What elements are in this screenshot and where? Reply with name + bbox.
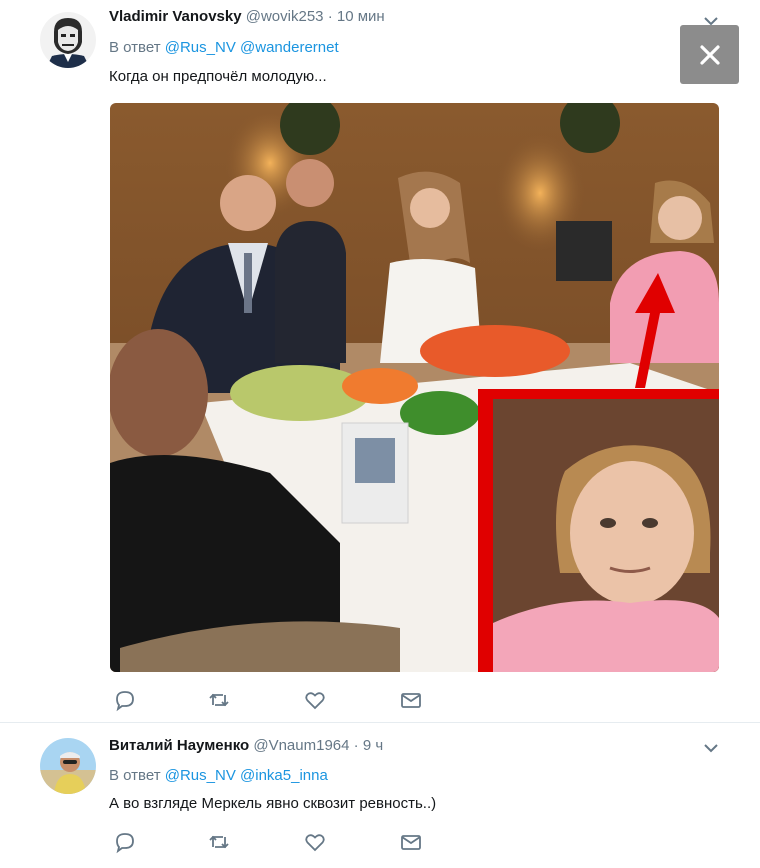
like-icon[interactable] (303, 830, 327, 854)
close-icon (699, 44, 720, 65)
mention-link[interactable]: @Rus_NV (165, 767, 236, 784)
retweet-icon[interactable] (207, 688, 231, 712)
author-name[interactable]: Vladimir Vanovsky (109, 8, 242, 25)
reply-prefix: В ответ (109, 39, 161, 56)
reply-context: В ответ @Rus_NV @wanderernet (109, 39, 339, 56)
avatar[interactable] (40, 12, 96, 68)
tweet: Виталий Науменко @Vnaum1964 · 9 ч В отве… (0, 724, 760, 868)
tweet-photo[interactable] (110, 103, 719, 672)
author-handle[interactable]: @Vnaum1964 (253, 737, 349, 754)
message-icon[interactable] (399, 830, 423, 854)
retweet-icon[interactable] (207, 830, 231, 854)
tweet: Vladimir Vanovsky @wovik253 · 10 мин В о… (0, 0, 760, 722)
mention-link[interactable]: @wanderernet (240, 39, 339, 56)
tweet-actions (109, 830, 429, 854)
separator: · (327, 8, 333, 25)
tweet-header: Vladimir Vanovsky @wovik253 · 10 мин (109, 8, 385, 25)
close-button[interactable] (680, 25, 739, 84)
mention-link[interactable]: @Rus_NV (165, 39, 236, 56)
avatar[interactable] (40, 738, 96, 794)
reply-icon[interactable] (113, 688, 137, 712)
timestamp[interactable]: 10 мин (337, 8, 385, 25)
author-name[interactable]: Виталий Науменко (109, 737, 249, 754)
timestamp[interactable]: 9 ч (363, 737, 383, 754)
separator: · (353, 737, 359, 754)
message-icon[interactable] (399, 688, 423, 712)
reply-icon[interactable] (113, 830, 137, 854)
tweet-text: А во взгляде Меркель явно сквозит ревнос… (109, 795, 437, 812)
reply-prefix: В ответ (109, 767, 161, 784)
mention-link[interactable]: @inka5_inna (240, 767, 328, 784)
tweet-text: Когда он предпочёл молодую... (109, 68, 327, 85)
tweet-actions (109, 688, 429, 712)
reply-context: В ответ @Rus_NV @inka5_inna (109, 767, 328, 784)
divider (0, 722, 760, 723)
chevron-down-icon[interactable] (704, 743, 718, 753)
tweet-header: Виталий Науменко @Vnaum1964 · 9 ч (109, 737, 383, 754)
author-handle[interactable]: @wovik253 (246, 8, 324, 25)
like-icon[interactable] (303, 688, 327, 712)
